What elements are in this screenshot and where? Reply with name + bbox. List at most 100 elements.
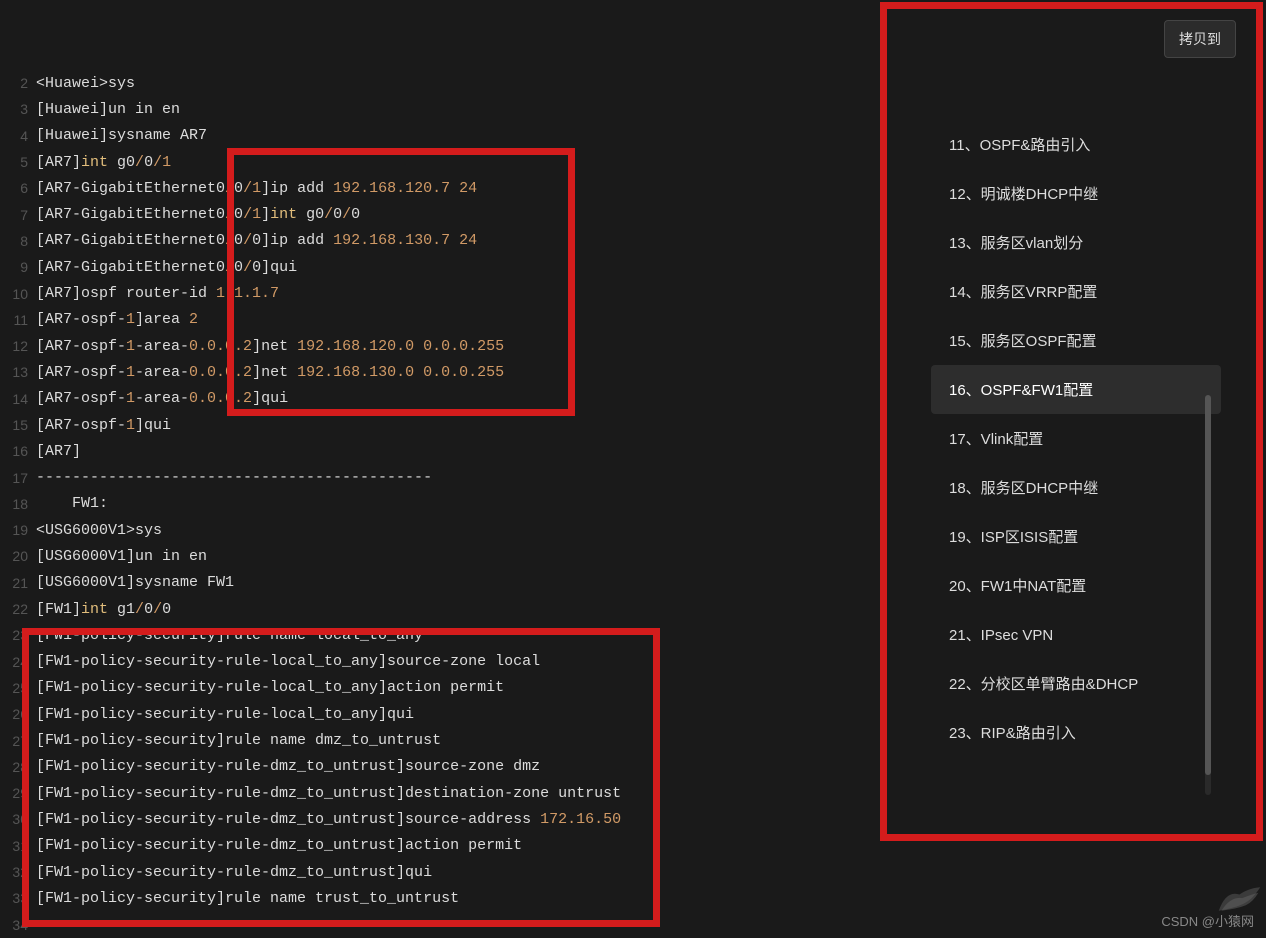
copy-button[interactable]: 拷贝到 [1164, 20, 1236, 58]
toc-item-11[interactable]: 11、OSPF&路由引入 [931, 120, 1221, 169]
line-number: 2 [0, 75, 34, 91]
line-number: 33 [0, 890, 34, 906]
line-number: 29 [0, 785, 34, 801]
line-number: 9 [0, 259, 34, 275]
code-content: [AR7]int g0/0/1 [34, 154, 171, 171]
code-content: [FW1-policy-security-rule-dmz_to_untrust… [34, 811, 621, 828]
code-line: 12[AR7-ospf-1-area-0.0.0.2]net 192.168.1… [0, 333, 880, 359]
code-content: [AR7-GigabitEthernet0/0/1]int g0/0/0 [34, 206, 360, 223]
code-line: 32[FW1-policy-security-rule-dmz_to_untru… [0, 859, 880, 885]
code-content: [AR7-GigabitEthernet0/0/0]ip add 192.168… [34, 232, 477, 249]
line-number: 15 [0, 417, 34, 433]
code-content: [FW1-policy-security-rule-dmz_to_untrust… [34, 758, 540, 775]
line-number: 14 [0, 391, 34, 407]
line-number: 18 [0, 496, 34, 512]
code-line: 17--------------------------------------… [0, 464, 880, 490]
code-line: 3[Huawei]un in en [0, 96, 880, 122]
code-line: 14[AR7-ospf-1-area-0.0.0.2]qui [0, 386, 880, 412]
code-line: 13[AR7-ospf-1-area-0.0.0.2]net 192.168.1… [0, 359, 880, 385]
scrollbar-track[interactable] [1205, 395, 1211, 795]
line-number: 16 [0, 443, 34, 459]
toc-item-20[interactable]: 20、FW1中NAT配置 [931, 561, 1221, 610]
toc-item-21[interactable]: 21、IPsec VPN [931, 610, 1221, 659]
code-line: 18 FW1: [0, 491, 880, 517]
line-number: 32 [0, 864, 34, 880]
line-number: 5 [0, 154, 34, 170]
line-number: 11 [0, 312, 34, 328]
line-number: 4 [0, 128, 34, 144]
code-line: 4[Huawei]sysname AR7 [0, 123, 880, 149]
line-number: 26 [0, 706, 34, 722]
code-content: [FW1-policy-security-rule-local_to_any]s… [34, 653, 540, 670]
code-line: 19<USG6000V1>sys [0, 517, 880, 543]
line-number: 24 [0, 654, 34, 670]
code-content [34, 916, 45, 933]
code-line: 25[FW1-policy-security-rule-local_to_any… [0, 675, 880, 701]
toc-item-23[interactable]: 23、RIP&路由引入 [931, 708, 1221, 757]
code-line: 23[FW1-policy-security]rule name local_t… [0, 622, 880, 648]
wing-decoration-icon [1217, 884, 1262, 914]
code-content: [AR7] [34, 443, 81, 460]
toc-item-15[interactable]: 15、服务区OSPF配置 [931, 316, 1221, 365]
code-content: [FW1-policy-security]rule name local_to_… [34, 627, 423, 644]
code-line: 11[AR7-ospf-1]area 2 [0, 307, 880, 333]
code-content: [AR7-ospf-1]qui [34, 417, 171, 434]
toc-item-22[interactable]: 22、分校区单臂路由&DHCP [931, 659, 1221, 708]
code-line: 30[FW1-policy-security-rule-dmz_to_untru… [0, 806, 880, 832]
line-number: 20 [0, 548, 34, 564]
code-line: 16[AR7] [0, 438, 880, 464]
code-content: <Huawei>sys [34, 75, 135, 92]
watermark-text: CSDN @小猿网 [1161, 911, 1254, 930]
code-line: 2<Huawei>sys [0, 70, 880, 96]
code-content: [FW1-policy-security-rule-dmz_to_untrust… [34, 785, 621, 802]
code-line: 26[FW1-policy-security-rule-local_to_any… [0, 701, 880, 727]
line-number: 27 [0, 733, 34, 749]
code-line: 29[FW1-policy-security-rule-dmz_to_untru… [0, 780, 880, 806]
toc-item-16[interactable]: 16、OSPF&FW1配置 [931, 365, 1221, 414]
code-line: 22[FW1]int g1/0/0 [0, 596, 880, 622]
line-number: 31 [0, 838, 34, 854]
code-line: 20[USG6000V1]un in en [0, 543, 880, 569]
line-number: 25 [0, 680, 34, 696]
code-content: [AR7-ospf-1-area-0.0.0.2]net 192.168.130… [34, 364, 504, 381]
code-content: [AR7-ospf-1-area-0.0.0.2]qui [34, 390, 288, 407]
scrollbar-thumb[interactable] [1205, 395, 1211, 775]
code-content: [FW1-policy-security-rule-dmz_to_untrust… [34, 837, 522, 854]
line-number: 6 [0, 180, 34, 196]
toc-item-17[interactable]: 17、Vlink配置 [931, 414, 1221, 463]
code-line: 27[FW1-policy-security]rule name dmz_to_… [0, 727, 880, 753]
code-line: 24[FW1-policy-security-rule-local_to_any… [0, 649, 880, 675]
line-number: 19 [0, 522, 34, 538]
table-of-contents: 11、OSPF&路由引入12、明诚楼DHCP中继13、服务区vlan划分14、服… [931, 120, 1221, 757]
code-line: 33[FW1-policy-security]rule name trust_t… [0, 885, 880, 911]
line-number: 10 [0, 286, 34, 302]
line-number: 7 [0, 207, 34, 223]
line-number: 34 [0, 917, 34, 933]
line-number: 8 [0, 233, 34, 249]
line-number: 21 [0, 575, 34, 591]
code-content: [FW1-policy-security]rule name dmz_to_un… [34, 732, 441, 749]
code-content: [Huawei]sysname AR7 [34, 127, 207, 144]
line-number: 23 [0, 627, 34, 643]
toc-item-12[interactable]: 12、明诚楼DHCP中继 [931, 169, 1221, 218]
code-content: [AR7-ospf-1-area-0.0.0.2]net 192.168.120… [34, 338, 504, 355]
code-content: [FW1-policy-security-rule-local_to_any]q… [34, 706, 414, 723]
code-content: [AR7]ospf router-id 1.1.1.7 [34, 285, 279, 302]
code-line: 15[AR7-ospf-1]qui [0, 412, 880, 438]
code-line: 5[AR7]int g0/0/1 [0, 149, 880, 175]
code-content: [AR7-GigabitEthernet0/0/1]ip add 192.168… [34, 180, 477, 197]
code-content: ----------------------------------------… [34, 469, 432, 486]
toc-item-14[interactable]: 14、服务区VRRP配置 [931, 267, 1221, 316]
code-line: 28[FW1-policy-security-rule-dmz_to_untru… [0, 754, 880, 780]
line-number: 17 [0, 470, 34, 486]
toc-item-19[interactable]: 19、ISP区ISIS配置 [931, 512, 1221, 561]
toc-item-13[interactable]: 13、服务区vlan划分 [931, 218, 1221, 267]
toc-item-18[interactable]: 18、服务区DHCP中继 [931, 463, 1221, 512]
code-line: 8[AR7-GigabitEthernet0/0/0]ip add 192.16… [0, 228, 880, 254]
code-content: [USG6000V1]un in en [34, 548, 207, 565]
code-content: [FW1-policy-security-rule-local_to_any]a… [34, 679, 504, 696]
code-content: FW1: [34, 495, 108, 512]
code-line: 9[AR7-GigabitEthernet0/0/0]qui [0, 254, 880, 280]
code-content: [USG6000V1]sysname FW1 [34, 574, 234, 591]
code-content: [AR7-ospf-1]area 2 [34, 311, 198, 328]
